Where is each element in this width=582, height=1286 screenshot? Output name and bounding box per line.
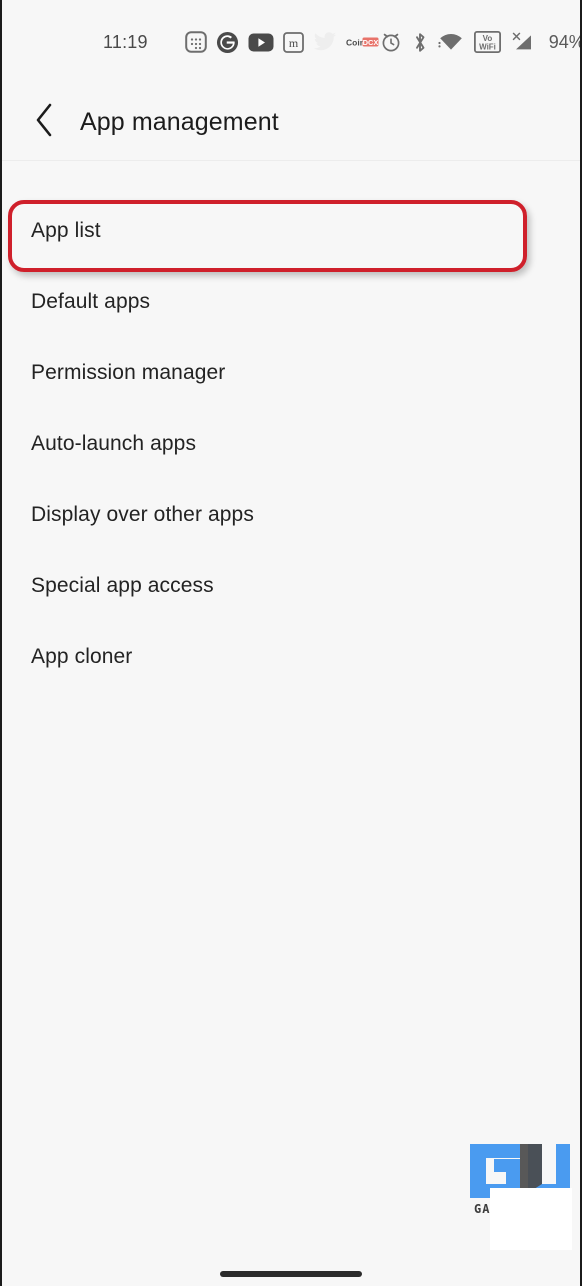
svg-text:DCX: DCX: [362, 38, 378, 47]
svg-text:WiFi: WiFi: [479, 43, 496, 52]
cellular-signal-icon: [511, 31, 535, 53]
list-item-app-list[interactable]: App list: [2, 195, 580, 266]
list-item-label: App cloner: [31, 644, 133, 668]
vowifi-icon: Vo WiFi: [473, 31, 501, 53]
home-gesture-pill[interactable]: [220, 1271, 362, 1277]
list-item-label: Permission manager: [31, 360, 226, 384]
list-item-label: Default apps: [31, 289, 151, 313]
list-item-label: Auto-launch apps: [31, 431, 197, 455]
page-header: App management: [2, 84, 580, 161]
youtube-notification-icon: [248, 33, 274, 52]
status-bar-left: 11:19 m Coin DCX: [103, 31, 380, 54]
settings-list: App list Default apps Permission manager…: [2, 161, 580, 1286]
watermark-logo: GADG: [468, 1142, 572, 1250]
list-item-special-app-access[interactable]: Special app access: [2, 550, 580, 621]
status-bar-clock: 11:19: [103, 31, 148, 52]
watermark-crop-mask: [490, 1188, 572, 1250]
list-item-auto-launch-apps[interactable]: Auto-launch apps: [2, 408, 580, 479]
back-button[interactable]: [16, 93, 74, 151]
list-item-permission-manager[interactable]: Permission manager: [2, 337, 580, 408]
list-item-label: Display over other apps: [31, 502, 254, 526]
mint-notification-icon: m: [282, 31, 304, 53]
battery-percent-label: 94%: [548, 31, 582, 52]
page-title: App management: [80, 107, 279, 136]
list-item-default-apps[interactable]: Default apps: [2, 266, 580, 337]
status-bar: 11:19 m Coin DCX Vo WiFi 94%: [2, 0, 580, 84]
bluetooth-icon: [412, 31, 428, 54]
twitter-notification-icon: [313, 32, 337, 52]
phone-screen: 11:19 m Coin DCX Vo WiFi 94% App managem…: [0, 0, 582, 1286]
chevron-left-icon: [34, 103, 56, 142]
list-item-label: Special app access: [31, 573, 214, 597]
status-bar-right: Vo WiFi 94%: [380, 31, 582, 54]
list-item-display-over-other-apps[interactable]: Display over other apps: [2, 479, 580, 550]
calendar-notification-icon: [184, 31, 207, 53]
coindcx-notification-icon: Coin DCX: [346, 35, 380, 49]
wifi-icon: [438, 32, 464, 52]
google-notification-icon: [216, 31, 239, 54]
svg-text:m: m: [289, 36, 299, 50]
alarm-icon: [380, 31, 402, 53]
notification-icons: m Coin DCX: [184, 31, 380, 54]
navigation-bar: [2, 1250, 580, 1286]
list-item-app-cloner[interactable]: App cloner: [2, 621, 580, 692]
list-item-label: App list: [31, 218, 101, 242]
